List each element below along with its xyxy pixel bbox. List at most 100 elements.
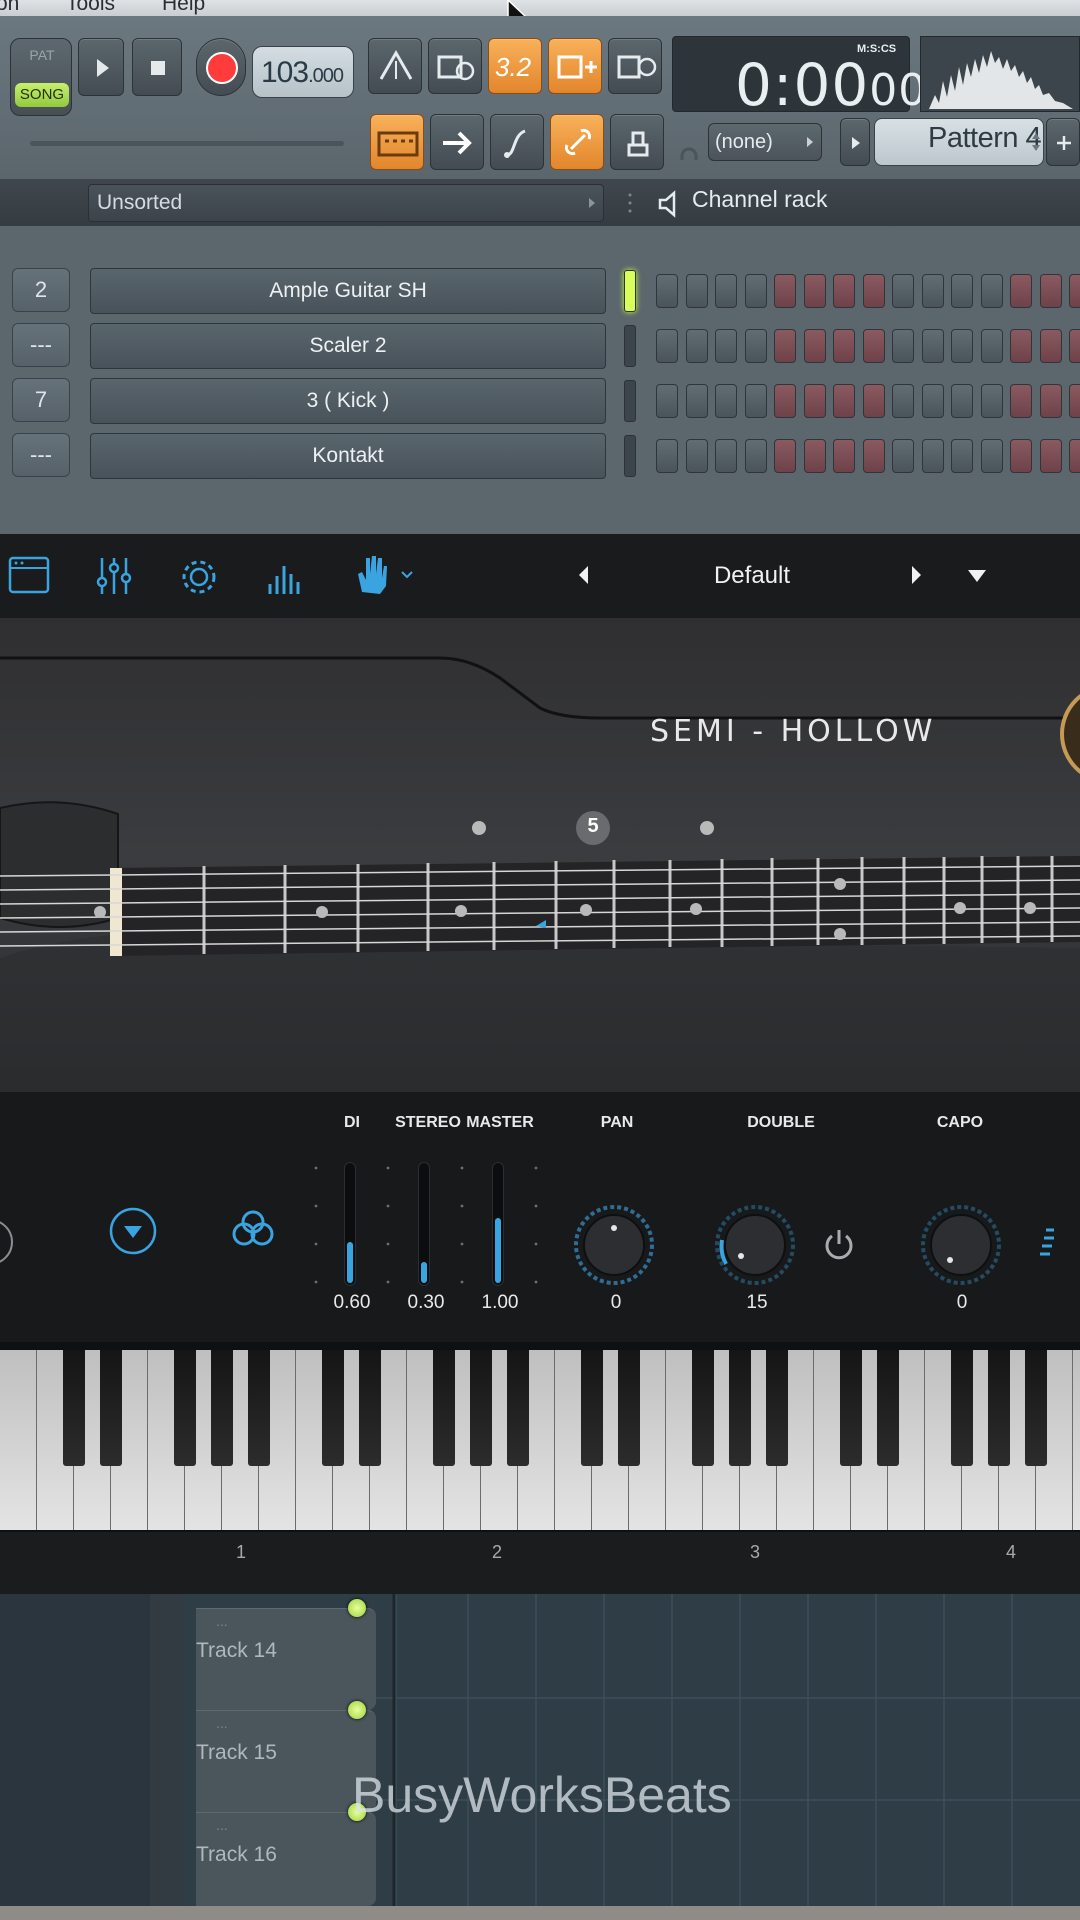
step-pad[interactable] (656, 329, 678, 363)
black-key[interactable] (433, 1350, 455, 1466)
step-pad[interactable] (980, 329, 1003, 363)
step-pad[interactable] (1010, 384, 1032, 418)
black-key[interactable] (729, 1350, 751, 1466)
link-button[interactable] (550, 114, 604, 170)
wait-for-input-button[interactable] (428, 38, 482, 94)
preset-prev-icon[interactable] (576, 564, 592, 586)
step-pad[interactable] (774, 439, 796, 473)
black-key[interactable] (470, 1350, 492, 1466)
step-pad[interactable] (1039, 439, 1062, 473)
channel-mixer-track[interactable]: 2 (12, 268, 70, 312)
step-pad[interactable] (1069, 439, 1080, 473)
master-fader[interactable] (492, 1162, 504, 1286)
time-display[interactable]: M:S:CS 0:0000 (672, 36, 926, 119)
black-key[interactable] (877, 1350, 899, 1466)
step-pad[interactable] (833, 329, 855, 363)
step-pad[interactable] (1069, 329, 1080, 363)
step-pad[interactable] (833, 384, 855, 418)
left-knob-partial[interactable] (0, 1212, 16, 1272)
channel-select-led[interactable] (624, 380, 636, 422)
channel-name-button[interactable]: 3 ( Kick ) (90, 378, 606, 424)
step-pad[interactable] (1039, 274, 1062, 308)
step-pad[interactable] (744, 439, 767, 473)
step-pad[interactable] (862, 384, 885, 418)
channel-select-led[interactable] (624, 325, 636, 367)
step-pad[interactable] (715, 439, 737, 473)
typing-keyboard-button[interactable] (370, 114, 424, 170)
hand-icon[interactable] (354, 552, 388, 596)
step-pad[interactable] (1010, 439, 1032, 473)
black-key[interactable] (988, 1350, 1010, 1466)
step-pad[interactable] (715, 274, 737, 308)
step-pad[interactable] (803, 439, 826, 473)
piano-keyboard[interactable] (0, 1342, 1080, 1532)
step-pad[interactable] (656, 274, 678, 308)
channel-row[interactable]: 2 Ample Guitar SH (0, 266, 1080, 316)
pat-song-toggle[interactable]: PAT SONG (10, 38, 72, 116)
mixer-sliders-icon[interactable] (94, 554, 138, 598)
black-key[interactable] (581, 1350, 603, 1466)
record-button[interactable] (196, 38, 246, 96)
channel-select-led[interactable] (624, 435, 636, 477)
step-pad[interactable] (951, 274, 973, 308)
di-fader[interactable] (344, 1162, 356, 1286)
step-pad[interactable] (774, 329, 796, 363)
black-key[interactable] (63, 1350, 85, 1466)
gear-icon[interactable] (178, 556, 220, 598)
master-pitch-slider[interactable] (30, 141, 344, 146)
black-key[interactable] (840, 1350, 862, 1466)
output-select[interactable]: (none) (708, 123, 822, 161)
black-key[interactable] (507, 1350, 529, 1466)
step-pad[interactable] (685, 384, 708, 418)
step-pad[interactable] (685, 274, 708, 308)
step-pad[interactable] (980, 439, 1003, 473)
channel-name-button[interactable]: Kontakt (90, 433, 606, 479)
step-pad[interactable] (685, 329, 708, 363)
play-mode-icon[interactable] (108, 1206, 158, 1256)
black-key[interactable] (100, 1350, 122, 1466)
preset-name[interactable]: Default (660, 562, 844, 590)
metronome-button[interactable] (368, 38, 422, 94)
plugin-picker-button[interactable] (610, 114, 664, 170)
channel-mixer-track[interactable]: --- (12, 323, 70, 367)
step-pad[interactable] (1039, 329, 1062, 363)
double-knob[interactable] (714, 1204, 796, 1286)
tempo-display[interactable]: 103.000 (252, 46, 354, 98)
black-key[interactable] (1025, 1350, 1047, 1466)
channel-row[interactable]: 7 3 ( Kick ) (0, 376, 1080, 426)
pan-knob[interactable] (573, 1204, 655, 1286)
channel-row[interactable]: --- Kontakt (0, 431, 1080, 481)
chevron-down-icon[interactable] (400, 570, 414, 580)
step-pad[interactable] (744, 384, 767, 418)
white-key[interactable] (1073, 1350, 1080, 1530)
step-pad[interactable] (892, 274, 914, 308)
preset-menu-icon[interactable] (966, 568, 988, 584)
blend-notes-button[interactable] (490, 114, 544, 170)
step-pad[interactable] (980, 274, 1003, 308)
step-forward-button[interactable] (430, 114, 484, 170)
channel-mixer-track[interactable]: --- (12, 433, 70, 477)
step-pad[interactable] (921, 384, 944, 418)
step-pad[interactable] (803, 384, 826, 418)
step-pad[interactable] (1039, 384, 1062, 418)
step-pad[interactable] (656, 439, 678, 473)
step-pad[interactable] (774, 274, 796, 308)
drag-handle-icon[interactable] (626, 190, 634, 216)
step-pad[interactable] (656, 384, 678, 418)
track-header[interactable]: ... Track 16 (196, 1803, 376, 1906)
step-pad[interactable] (921, 329, 944, 363)
menu-item-options[interactable]: on (0, 0, 19, 16)
pattern-prev-button[interactable] (840, 118, 870, 166)
step-pad[interactable] (715, 329, 737, 363)
channel-name-button[interactable]: Ample Guitar SH (90, 268, 606, 314)
equalizer-icon[interactable] (264, 556, 306, 598)
power-icon[interactable] (822, 1226, 856, 1264)
step-pad[interactable] (951, 384, 973, 418)
step-pad[interactable] (921, 274, 944, 308)
channel-select-led[interactable] (624, 270, 636, 312)
step-pad[interactable] (862, 329, 885, 363)
speaker-icon[interactable] (656, 190, 686, 218)
black-key[interactable] (322, 1350, 344, 1466)
play-button[interactable] (78, 38, 124, 96)
preset-next-icon[interactable] (908, 564, 924, 586)
